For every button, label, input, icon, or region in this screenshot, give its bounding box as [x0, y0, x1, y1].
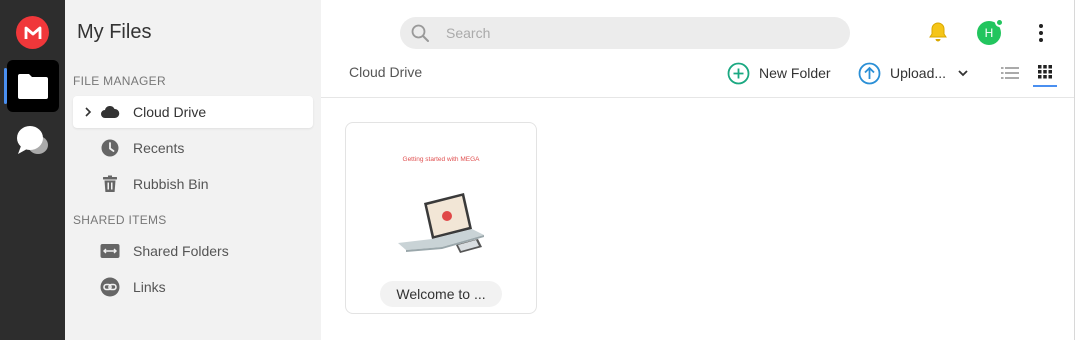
plus-circle-icon	[727, 62, 750, 84]
mega-m-icon	[24, 26, 41, 39]
new-folder-button[interactable]: New Folder	[727, 61, 831, 85]
new-folder-label: New Folder	[759, 65, 831, 81]
link-icon	[99, 276, 121, 298]
breadcrumb[interactable]: Cloud Drive	[349, 64, 422, 80]
grid-view-icon[interactable]	[1033, 61, 1057, 87]
avatar[interactable]: H	[977, 18, 1004, 45]
chevron-right-icon[interactable]	[81, 107, 95, 117]
chat-icon	[17, 126, 48, 154]
chevron-down-icon[interactable]	[958, 69, 968, 77]
sidebar-item-label: Recents	[133, 140, 185, 156]
header-divider	[321, 97, 1075, 98]
more-options-icon[interactable]	[1034, 22, 1048, 44]
upload-button[interactable]: Upload...	[858, 61, 968, 85]
thumbnail-caption: Getting started with MEGA	[403, 156, 481, 163]
shared-items-section-label: SHARED ITEMS	[73, 213, 167, 227]
folder-icon	[18, 74, 48, 99]
sidebar-item-shared-folders[interactable]: Shared Folders	[73, 235, 313, 267]
sidebar-item-recents[interactable]: Recents	[73, 132, 313, 164]
sidebar-title: My Files	[77, 21, 152, 43]
chat-nav-button[interactable]	[12, 120, 54, 162]
sidebar-item-label: Cloud Drive	[133, 104, 207, 120]
search-icon	[410, 23, 430, 43]
file-name[interactable]: Welcome to ...	[380, 281, 502, 307]
sidebar-item-label: Shared Folders	[133, 243, 229, 259]
files-nav-button[interactable]	[4, 60, 59, 112]
search-input[interactable]	[446, 25, 826, 41]
sidebar-item-links[interactable]: Links	[73, 271, 313, 303]
upload-arrow-icon	[858, 62, 881, 84]
sidebar-item-label: Links	[133, 279, 166, 295]
sidebar-item-rubbish-bin[interactable]: Rubbish Bin	[73, 168, 313, 200]
sidebar-item-cloud-drive[interactable]: Cloud Drive	[73, 96, 313, 128]
file-manager-section-label: FILE MANAGER	[73, 74, 166, 88]
sidebar: My Files FILE MANAGER Cloud Drive Recent…	[65, 0, 321, 340]
notifications-bell-icon[interactable]	[926, 20, 950, 44]
mega-logo[interactable]	[16, 16, 49, 49]
file-card[interactable]: Getting started with MEGA Welcome to ...	[345, 122, 537, 314]
avatar-letter: H	[984, 26, 994, 40]
online-status-dot	[995, 18, 1004, 27]
app-rail	[0, 0, 65, 340]
list-view-icon[interactable]	[1001, 66, 1019, 80]
upload-label: Upload...	[890, 65, 947, 81]
cloud-icon	[99, 101, 121, 123]
trash-icon	[99, 173, 121, 195]
search-bar[interactable]	[400, 17, 850, 49]
clock-icon	[99, 137, 121, 159]
shared-folder-icon	[99, 240, 121, 262]
file-thumbnail: Getting started with MEGA	[398, 156, 484, 253]
sidebar-item-label: Rubbish Bin	[133, 176, 209, 192]
